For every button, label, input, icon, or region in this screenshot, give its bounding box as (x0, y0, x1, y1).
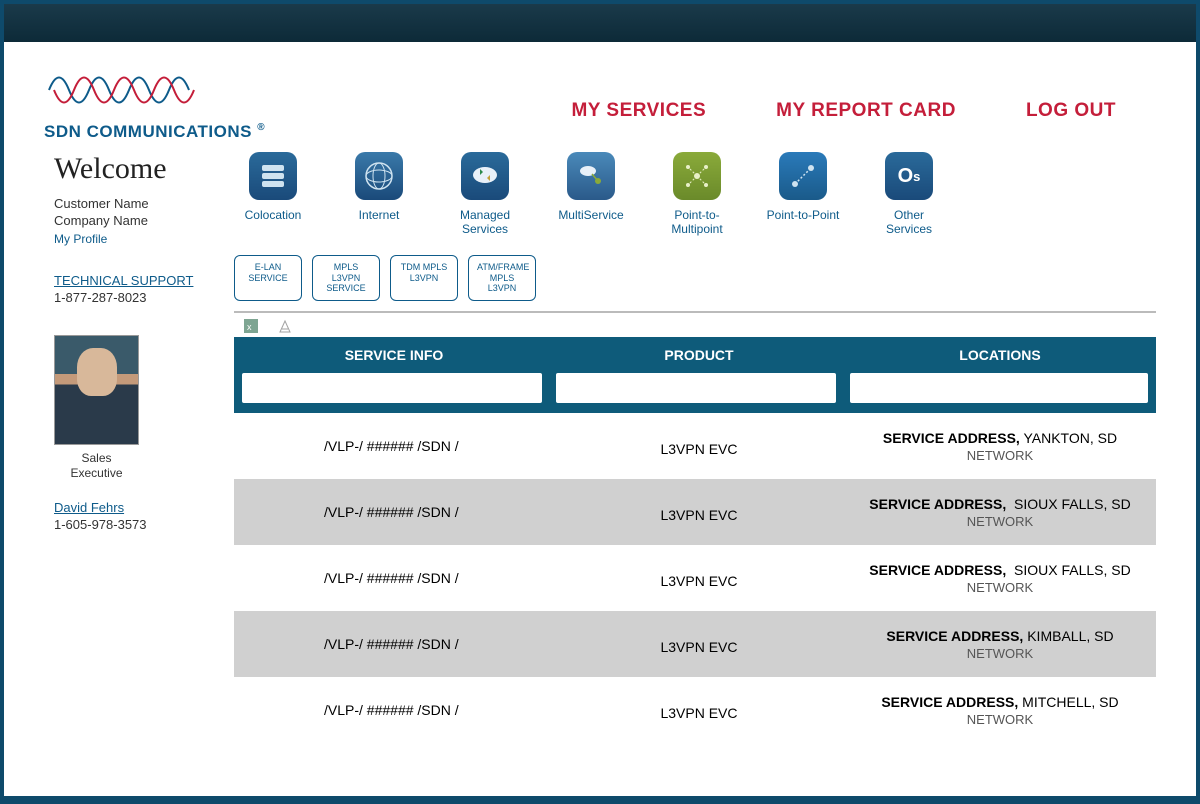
cell-product: L3VPN EVC (554, 699, 844, 721)
svc-label: MultiService (552, 208, 630, 222)
svc-label: Point-to-Multipoint (658, 208, 736, 237)
cell-location: SERVICE ADDRESS, YANKTON, SD NETWORK (844, 430, 1156, 463)
internet-icon (355, 152, 403, 200)
svc-label: Colocation (234, 208, 312, 222)
brand-name: SDN COMMUNICATIONS ® (44, 122, 284, 142)
svc-p2p[interactable]: Point-to-Point (764, 152, 842, 237)
svg-text:x: x (247, 322, 252, 332)
cell-service-info: /VLP-/ ###### /SDN / (234, 636, 554, 652)
logo-wave-icon (44, 60, 204, 115)
th-product: PRODUCT (554, 347, 844, 363)
point-to-point-icon (779, 152, 827, 200)
export-excel-icon[interactable]: x (244, 319, 258, 333)
colocation-icon (249, 152, 297, 200)
customer-name: Customer Name (54, 196, 234, 213)
svc-other[interactable]: Os Other Services (870, 152, 948, 237)
filter-locations-input[interactable] (850, 373, 1148, 403)
support-phone: 1-877-287-8023 (54, 290, 234, 305)
nav-log-out[interactable]: LOG OUT (1026, 100, 1116, 122)
svc-colocation[interactable]: Colocation (234, 152, 312, 237)
cell-location: SERVICE ADDRESS, SIOUX FALLS, SD NETWORK (844, 496, 1156, 529)
cell-service-info: /VLP-/ ###### /SDN / (234, 702, 554, 718)
cell-location: SERVICE ADDRESS, KIMBALL, SD NETWORK (844, 628, 1156, 661)
welcome-heading: Welcome (54, 152, 234, 186)
technical-support-link[interactable]: TECHNICAL SUPPORT (54, 273, 234, 288)
cell-product: L3VPN EVC (554, 435, 844, 457)
sales-rep-phone: 1-605-978-3573 (54, 517, 234, 532)
cell-product: L3VPN EVC (554, 567, 844, 589)
cell-location: SERVICE ADDRESS, SIOUX FALLS, SD NETWORK (844, 562, 1156, 595)
table-header: SERVICE INFO PRODUCT LOCATIONS (234, 337, 1156, 373)
filter-product-input[interactable] (556, 373, 836, 403)
cell-product: L3VPN EVC (554, 633, 844, 655)
managed-services-icon (461, 152, 509, 200)
svc-label: Internet (340, 208, 418, 222)
filter-service-info-input[interactable] (242, 373, 542, 403)
svc-p2mp[interactable]: Point-to-Multipoint (658, 152, 736, 237)
sales-rep-avatar (54, 335, 139, 445)
cell-service-info: /VLP-/ ###### /SDN / (234, 438, 554, 454)
top-bar (4, 4, 1196, 42)
sales-rep-link[interactable]: David Fehrs (54, 500, 234, 515)
point-to-multipoint-icon (673, 152, 721, 200)
cell-product: L3VPN EVC (554, 501, 844, 523)
th-service-info: SERVICE INFO (234, 347, 554, 363)
other-services-icon: Os (885, 152, 933, 200)
filter-elan[interactable]: E-LAN SERVICE (234, 255, 302, 301)
cell-service-info: /VLP-/ ###### /SDN / (234, 504, 554, 520)
export-toolbar: x (234, 311, 1156, 337)
sales-rep-role: Sales Executive (54, 451, 139, 482)
filter-mpls-l3vpn[interactable]: MPLS L3VPN SERVICE (312, 255, 380, 301)
table-row[interactable]: /VLP-/ ###### /SDN / L3VPN EVC SERVICE A… (234, 677, 1156, 743)
nav-my-services[interactable]: MY SERVICES (571, 100, 706, 122)
multiservice-icon (567, 152, 615, 200)
table-row[interactable]: /VLP-/ ###### /SDN / L3VPN EVC SERVICE A… (234, 413, 1156, 479)
svc-multiservice[interactable]: MultiService (552, 152, 630, 237)
cell-service-info: /VLP-/ ###### /SDN / (234, 570, 554, 586)
my-profile-link[interactable]: My Profile (54, 232, 107, 246)
table-row[interactable]: /VLP-/ ###### /SDN / L3VPN EVC SERVICE A… (234, 545, 1156, 611)
svc-label: Other Services (870, 208, 948, 237)
table-row[interactable]: /VLP-/ ###### /SDN / L3VPN EVC SERVICE A… (234, 611, 1156, 677)
svc-internet[interactable]: Internet (340, 152, 418, 237)
table-row[interactable]: /VLP-/ ###### /SDN / L3VPN EVC SERVICE A… (234, 479, 1156, 545)
brand-logo[interactable]: SDN COMMUNICATIONS ® (44, 60, 284, 142)
export-pdf-icon[interactable] (278, 319, 292, 333)
filter-atm-frame[interactable]: ATM/FRAME MPLS L3VPN (468, 255, 536, 301)
svc-label: Point-to-Point (764, 208, 842, 222)
company-name: Company Name (54, 213, 234, 230)
top-nav: MY SERVICES MY REPORT CARD LOG OUT (571, 60, 1156, 122)
th-locations: LOCATIONS (844, 347, 1156, 363)
svc-label: Managed Services (446, 208, 524, 237)
cell-location: SERVICE ADDRESS, MITCHELL, SD NETWORK (844, 694, 1156, 727)
nav-my-report-card[interactable]: MY REPORT CARD (776, 100, 956, 122)
svc-managed[interactable]: Managed Services (446, 152, 524, 237)
filter-tdm-mpls[interactable]: TDM MPLS L3VPN (390, 255, 458, 301)
table-filter-row (234, 373, 1156, 413)
